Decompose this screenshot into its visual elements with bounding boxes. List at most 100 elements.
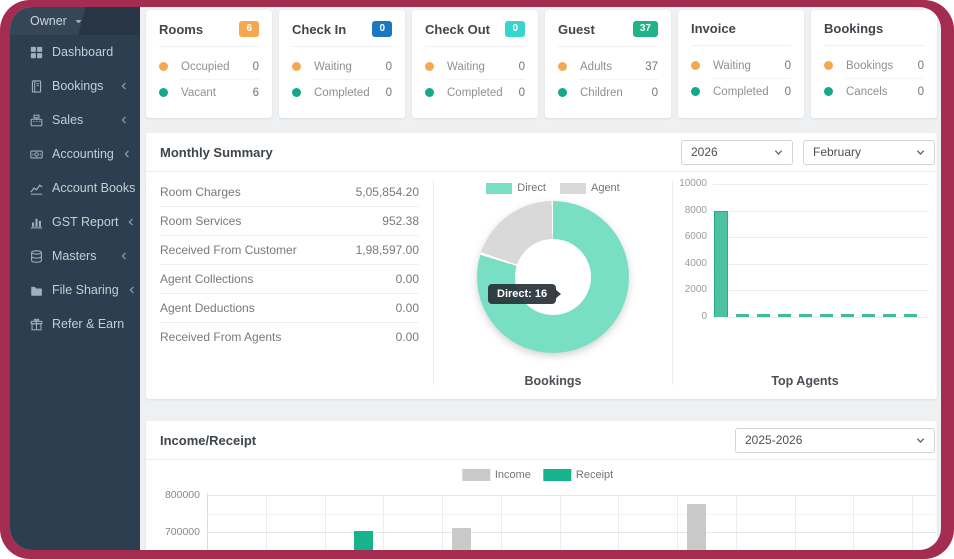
sidebar-item-account-books[interactable]: Account Books [10,171,151,205]
gst-report-bars-icon [30,216,43,229]
gridline [713,317,929,318]
fiscal-year-select[interactable]: 2025-2026 [735,427,935,453]
legend-label: Receipt [575,469,614,481]
stat-card-badge: 37 [632,21,658,37]
month-select[interactable]: February [803,139,935,165]
summary-row-value: 0.00 [395,330,419,344]
legend-item-agent[interactable]: Agent [559,182,620,194]
legend-label: Agent [590,182,620,194]
income-bar [451,527,471,550]
owner-dropdown[interactable]: Owner [10,7,140,35]
stat-card-title: Guest [558,21,595,37]
gridline [713,263,929,265]
y-axis-tick: 6000 [684,231,707,243]
summary-row-label: Room Services [160,214,242,228]
status-dot [691,61,700,70]
status-dot [159,62,168,71]
sidebar-item-masters[interactable]: Masters [10,239,140,273]
stat-row-value: 0 [651,86,658,99]
legend-item-receipt[interactable]: Receipt [542,469,614,481]
agent-bar [714,210,728,317]
sidebar-item-label: Accounting [52,147,114,161]
stat-row-label: Waiting [314,60,352,73]
stat-row-value: 0 [518,60,525,73]
stat-row-label: Cancels [846,85,888,98]
owner-label: Owner [30,14,67,28]
status-dot [425,88,434,97]
sidebar-item-label: Masters [52,249,97,263]
income-receipt-title: Income/Receipt [160,432,257,448]
stat-row-value: 0 [385,60,392,73]
stat-card-row: Adults 37 [558,54,658,79]
summary-row-value: 5,05,854.20 [355,185,419,199]
income-receipt-legend: Income Receipt [461,469,614,481]
status-dot [691,87,700,96]
sidebar-item-bookings[interactable]: Bookings [10,69,140,103]
gridline [713,237,929,239]
main-content: Rooms 6 Occupied 0 Vacant 6 Check In 0 Wait… [140,7,941,550]
stat-card-title: Invoice [691,21,736,36]
gridline [207,495,936,496]
device-frame: Owner Dashboard Bookings Sales Accountin… [0,0,954,559]
legend-item-income[interactable]: Income [461,469,531,481]
fiscal-year-select-value: 2025-2026 [745,433,803,447]
sidebar-item-label: Dashboard [52,45,114,59]
sidebar-item-accounting[interactable]: Accounting [10,137,140,171]
zero-value-bars [736,314,923,317]
stat-card-title: Bookings [824,21,884,36]
sidebar-item-label: Account Books [52,181,136,195]
stat-row-value: 0 [784,59,791,72]
dashboard-grid-icon [30,46,43,59]
stat-card-title: Check Out [425,21,491,37]
sidebar-item-refer-earn[interactable]: Refer & Earn [10,307,140,341]
sidebar-item-file-sharing[interactable]: File Sharing [10,273,140,307]
stat-card-rows: Waiting 0 Completed 0 [292,47,392,105]
y-axis-tick: 0 [701,311,707,322]
income-receipt-chart: Income Receipt 800000 700000 [146,460,937,550]
stat-card-rows: Occupied 0 Vacant 6 [159,47,259,105]
year-select[interactable]: 2026 [681,139,793,165]
status-dot [425,62,434,71]
caret-down-icon [74,17,83,26]
gridline [559,495,561,550]
gridline [713,290,929,292]
refer-earn-gift-icon [30,318,43,331]
donut-ring [477,201,629,353]
stat-card-rows: Waiting 0 Completed 0 [425,47,525,105]
stat-card-row: Cancels 0 [824,79,924,104]
bookings-book-icon [30,79,43,93]
top-agents-chart-title: Top Agents [771,374,839,388]
chevron-left-icon [128,286,136,294]
sidebar-item-gst-report[interactable]: GST Report [10,205,140,239]
y-axis-tick: 4000 [684,257,707,269]
income-bar [686,503,706,550]
legend-label: Direct [517,182,546,194]
stat-card-row: Bookings 0 [824,53,924,78]
chevron-down-icon [774,148,783,157]
y-axis-tick: 8000 [684,204,707,216]
stat-row-value: 37 [645,60,658,73]
legend-item-direct[interactable]: Direct [486,182,546,194]
y-axis-tick: 2000 [684,284,707,296]
stat-card-invoice: Invoice Waiting 0 Completed 0 [678,10,804,118]
summary-row: Agent Collections 0.00 [160,265,419,294]
sidebar-item-dashboard[interactable]: Dashboard [10,35,140,69]
sidebar-item-sales[interactable]: Sales [10,103,140,137]
stat-card-check-in: Check In 0 Waiting 0 Completed 0 [279,10,405,118]
monthly-summary-body: Room Charges 5,05,854.20 Room Services 952.… [146,172,937,399]
year-select-value: 2026 [691,145,718,159]
monthly-summary-title: Monthly Summary [160,144,273,160]
sales-register-icon [30,114,43,127]
monthly-summary-filters: 2026 February [681,139,935,165]
stat-card-row: Completed 0 [691,79,791,104]
stat-card-badge: 0 [372,21,392,37]
summary-row-label: Received From Customer [160,243,297,257]
account-books-chart-icon [30,182,43,195]
monthly-summary-panel: Monthly Summary 2026 February Room Charg… [146,133,937,399]
stat-cards-row: Rooms 6 Occupied 0 Vacant 6 Check In 0 Wait… [146,10,937,118]
chevron-left-icon [127,218,135,226]
chevron-down-icon [916,436,925,445]
stat-row-label: Children [580,86,623,99]
app-window: Owner Dashboard Bookings Sales Accountin… [10,7,941,550]
summary-row: Received From Agents 0.00 [160,323,419,351]
